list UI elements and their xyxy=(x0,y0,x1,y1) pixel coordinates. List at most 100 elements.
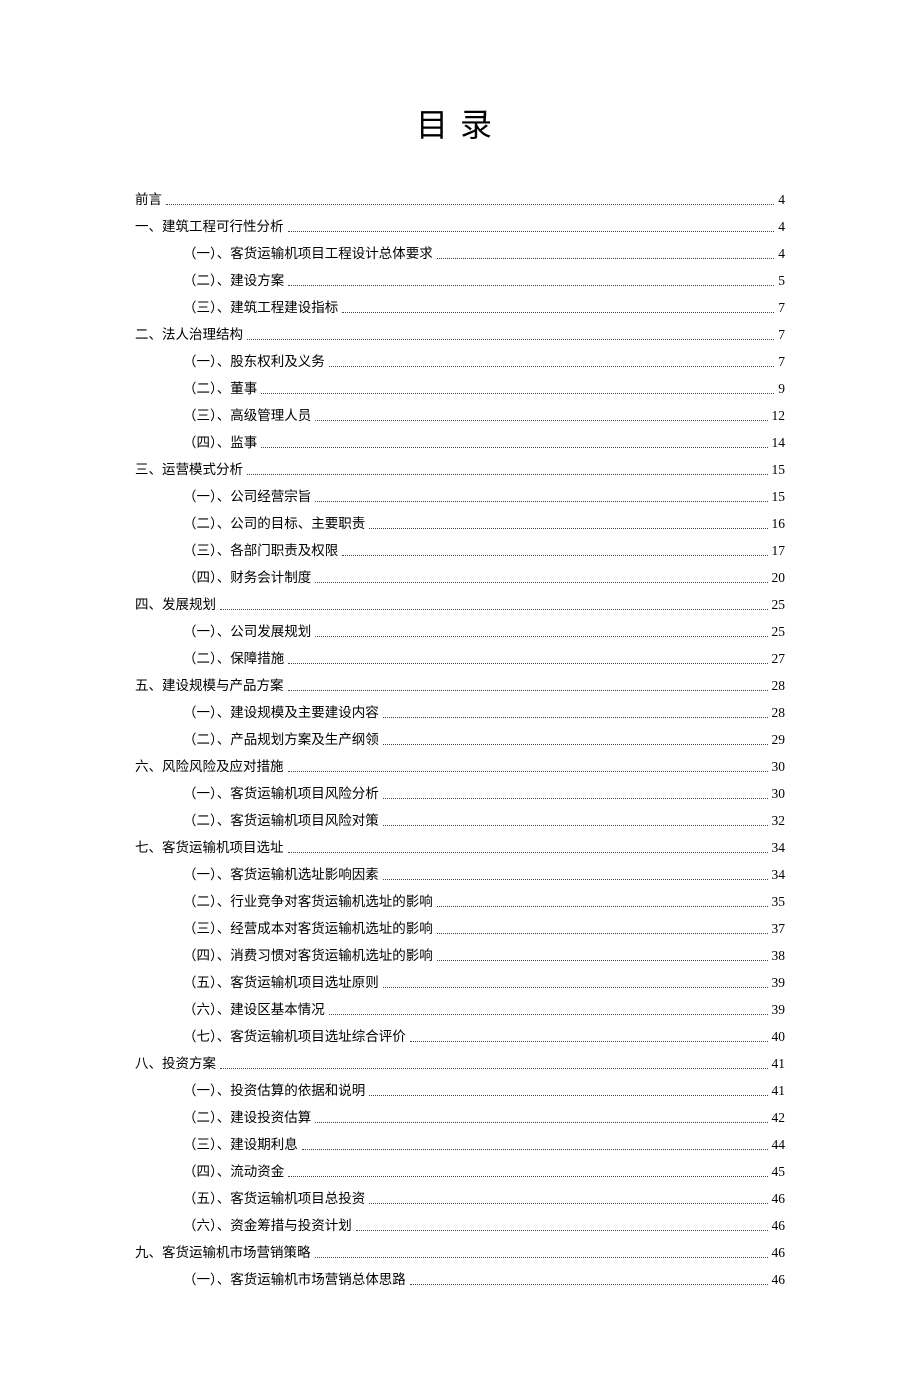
toc-label: （三）、经营成本对客货运输机选址的影响 xyxy=(183,915,433,942)
toc-entry[interactable]: 二、法人治理结构7 xyxy=(135,321,785,348)
toc-entry[interactable]: （六）、建设区基本情况39 xyxy=(135,996,785,1023)
toc-page: 46 xyxy=(772,1185,786,1212)
toc-entry[interactable]: （五）、客货运输机项目选址原则39 xyxy=(135,969,785,996)
toc-label: （一）、股东权利及义务 xyxy=(183,348,325,375)
toc-entry[interactable]: （四）、监事14 xyxy=(135,429,785,456)
toc-entry[interactable]: （一）、建设规模及主要建设内容28 xyxy=(135,699,785,726)
toc-entry[interactable]: （三）、建筑工程建设指标7 xyxy=(135,294,785,321)
toc-entry[interactable]: 五、建设规模与产品方案28 xyxy=(135,672,785,699)
toc-label: （六）、资金筹措与投资计划 xyxy=(183,1212,352,1239)
toc-dots xyxy=(369,1203,767,1204)
toc-label: 五、建设规模与产品方案 xyxy=(135,672,284,699)
toc-entry[interactable]: （一）、股东权利及义务7 xyxy=(135,348,785,375)
toc-label: （四）、财务会计制度 xyxy=(183,564,311,591)
toc-label: 二、法人治理结构 xyxy=(135,321,243,348)
toc-page: 46 xyxy=(772,1266,786,1293)
toc-entry[interactable]: （一）、投资估算的依据和说明41 xyxy=(135,1077,785,1104)
toc-label: （四）、消费习惯对客货运输机选址的影响 xyxy=(183,942,433,969)
toc-dots xyxy=(383,717,768,718)
toc-page: 15 xyxy=(772,456,786,483)
toc-page: 17 xyxy=(772,537,786,564)
toc-entry[interactable]: （三）、经营成本对客货运输机选址的影响 37 xyxy=(135,915,785,942)
toc-page: 30 xyxy=(772,780,786,807)
toc-entry[interactable]: 一、建筑工程可行性分析4 xyxy=(135,213,785,240)
toc-page: 14 xyxy=(772,429,786,456)
toc-entry[interactable]: （二）、建设方案5 xyxy=(135,267,785,294)
toc-entry[interactable]: 前言4 xyxy=(135,186,785,213)
toc-dots xyxy=(220,609,768,610)
toc-entry[interactable]: （一）、客货运输机项目工程设计总体要求4 xyxy=(135,240,785,267)
toc-label: （五）、客货运输机项目总投资 xyxy=(183,1185,365,1212)
toc-entry[interactable]: （一）、公司经营宗旨 15 xyxy=(135,483,785,510)
toc-entry[interactable]: （四）、流动资金45 xyxy=(135,1158,785,1185)
toc-entry[interactable]: （四）、消费习惯对客货运输机选址的影响38 xyxy=(135,942,785,969)
toc-dots xyxy=(342,555,767,556)
toc-dots xyxy=(383,744,768,745)
toc-page: 32 xyxy=(772,807,786,834)
toc-entry[interactable]: （一）、客货运输机市场营销总体思路46 xyxy=(135,1266,785,1293)
toc-entry[interactable]: （三）、建设期利息44 xyxy=(135,1131,785,1158)
toc-label: （一）、客货运输机选址影响因素 xyxy=(183,861,379,888)
toc-label: （一）、投资估算的依据和说明 xyxy=(183,1077,365,1104)
toc-entry[interactable]: （五）、客货运输机项目总投资 46 xyxy=(135,1185,785,1212)
toc-page: 37 xyxy=(772,915,786,942)
toc-entry[interactable]: （二）、建设投资估算42 xyxy=(135,1104,785,1131)
toc-label: 七、客货运输机项目选址 xyxy=(135,834,284,861)
toc-entry[interactable]: 四、发展规划25 xyxy=(135,591,785,618)
toc-page: 35 xyxy=(772,888,786,915)
toc-page: 46 xyxy=(772,1212,786,1239)
toc-label: 八、投资方案 xyxy=(135,1050,216,1077)
toc-dots xyxy=(315,1122,767,1123)
toc-entry[interactable]: 八、投资方案41 xyxy=(135,1050,785,1077)
toc-label: （二）、行业竞争对客货运输机选址的影响 xyxy=(183,888,433,915)
toc-page: 15 xyxy=(772,483,786,510)
toc-entry[interactable]: （二）、行业竞争对客货运输机选址的影响 35 xyxy=(135,888,785,915)
toc-label: 六、风险风险及应对措施 xyxy=(135,753,284,780)
toc-label: （一）、客货运输机项目工程设计总体要求 xyxy=(183,240,433,267)
toc-dots xyxy=(315,1257,768,1258)
toc-page: 34 xyxy=(772,834,786,861)
toc-entry[interactable]: （一）、客货运输机选址影响因素34 xyxy=(135,861,785,888)
toc-entry[interactable]: 六、风险风险及应对措施 30 xyxy=(135,753,785,780)
toc-entry[interactable]: （四）、财务会计制度 20 xyxy=(135,564,785,591)
toc-dots xyxy=(437,960,768,961)
toc-dots xyxy=(356,1230,768,1231)
toc-entry[interactable]: （一）、公司发展规划25 xyxy=(135,618,785,645)
toc-entry[interactable]: （六）、资金筹措与投资计划 46 xyxy=(135,1212,785,1239)
toc-entry[interactable]: 七、客货运输机项目选址 34 xyxy=(135,834,785,861)
toc-label: （四）、流动资金 xyxy=(183,1158,284,1185)
toc-label: （三）、建筑工程建设指标 xyxy=(183,294,338,321)
toc-dots xyxy=(383,879,768,880)
toc-entry[interactable]: （二）、客货运输机项目风险对策32 xyxy=(135,807,785,834)
toc-title: 目录 xyxy=(135,100,785,146)
toc-entry[interactable]: （七）、客货运输机项目选址综合评价40 xyxy=(135,1023,785,1050)
toc-entry[interactable]: （一）、客货运输机项目风险分析30 xyxy=(135,780,785,807)
toc-label: （一）、公司经营宗旨 xyxy=(183,483,311,510)
toc-page: 9 xyxy=(778,375,785,402)
toc-dots xyxy=(437,258,775,259)
toc-entry[interactable]: 三、运营模式分析15 xyxy=(135,456,785,483)
toc-entry[interactable]: （三）、高级管理人员12 xyxy=(135,402,785,429)
toc-page: 20 xyxy=(772,564,786,591)
toc-label: （二）、产品规划方案及生产纲领 xyxy=(183,726,379,753)
toc-page: 25 xyxy=(772,591,786,618)
toc-page: 40 xyxy=(772,1023,786,1050)
toc-entry[interactable]: （二）、公司的目标、主要职责16 xyxy=(135,510,785,537)
toc-entry[interactable]: （二）、产品规划方案及生产纲领29 xyxy=(135,726,785,753)
toc-label: 一、建筑工程可行性分析 xyxy=(135,213,284,240)
toc-label: （三）、各部门职责及权限 xyxy=(183,537,338,564)
toc-entry[interactable]: （三）、各部门职责及权限 17 xyxy=(135,537,785,564)
toc-entry[interactable]: （二）、保障措施27 xyxy=(135,645,785,672)
toc-entry[interactable]: （二）、董事9 xyxy=(135,375,785,402)
toc-page: 30 xyxy=(772,753,786,780)
toc-label: （五）、客货运输机项目选址原则 xyxy=(183,969,379,996)
toc-page: 39 xyxy=(772,996,786,1023)
toc-page: 25 xyxy=(772,618,786,645)
toc-dots xyxy=(261,393,774,394)
toc-dots xyxy=(288,1176,767,1177)
toc-entry[interactable]: 九、客货运输机市场营销策略46 xyxy=(135,1239,785,1266)
toc-dots xyxy=(383,798,768,799)
toc-dots xyxy=(288,771,768,772)
toc-dots xyxy=(220,1068,768,1069)
toc-page: 16 xyxy=(772,510,786,537)
